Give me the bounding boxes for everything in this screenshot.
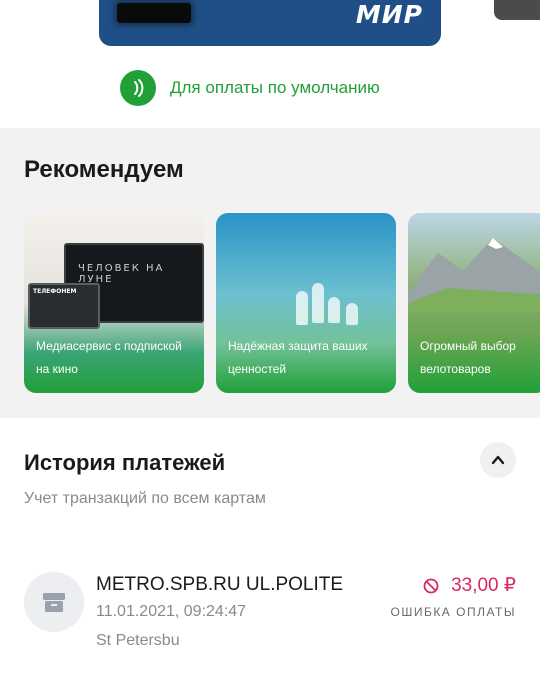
store-icon [24,572,84,632]
chevron-up-icon [491,455,505,465]
transaction-merchant: METRO.SPB.RU UL.POLITE [96,574,344,595]
card-brand-logo: МИР [355,0,423,29]
mountain-illustration [408,238,540,313]
history-title: История платежей [24,450,226,475]
recommend-title: Рекомендуем [24,156,184,183]
payment-history-section: История платежей Учет транзакций по всем… [0,418,540,684]
bank-card[interactable]: МИР [99,0,441,46]
next-card-peek[interactable] [494,0,540,20]
transaction-amount: 33,00 ₽ [451,575,516,596]
promo-card-insurance[interactable]: Надёжная защита ваших ценностей [216,213,396,393]
promo-text: Медиасервис с подпиской на кино [36,339,182,376]
prohibited-icon [423,578,439,593]
tv-movie-title: ЧЕЛОВЕК НА ЛУНЕ [78,263,165,285]
transaction-status: ОШИБКА ОПЛАТЫ [390,605,516,619]
transaction-datetime: 11.01.2021, 09:24:47 [96,603,247,620]
recommend-section: Рекомендуем ЧЕЛОВЕК НА ЛУНЕ ТЕЛЕФОНЕМ Ме… [0,128,540,418]
history-subtitle: Учет транзакций по всем картам [24,490,266,507]
transaction-city: St Petersbu [96,632,180,649]
card-carousel[interactable]: МИР Для оплаты по умолчанию [0,0,540,128]
card-number-redaction [117,3,191,23]
transaction-amount-block: 33,00 ₽ [423,574,516,597]
laptop-brand: ТЕЛЕФОНЕМ [33,288,77,295]
transaction-row[interactable]: METRO.SPB.RU UL.POLITE 11.01.2021, 09:24… [0,568,540,668]
promo-text: Огромный выбор велотоваров [420,339,516,376]
promo-card-media[interactable]: ЧЕЛОВЕК НА ЛУНЕ ТЕЛЕФОНЕМ Медиасервис с … [24,213,204,393]
collapse-button[interactable] [480,442,516,478]
default-payment-label: Для оплаты по умолчанию [170,78,380,97]
nfc-icon [120,70,156,106]
laptop-illustration: ТЕЛЕФОНЕМ [28,283,100,329]
promo-card-bikes[interactable]: Огромный выбор велотоваров [408,213,540,393]
promo-text: Надёжная защита ваших ценностей [228,339,368,376]
default-payment-indicator[interactable]: Для оплаты по умолчанию [120,70,380,106]
